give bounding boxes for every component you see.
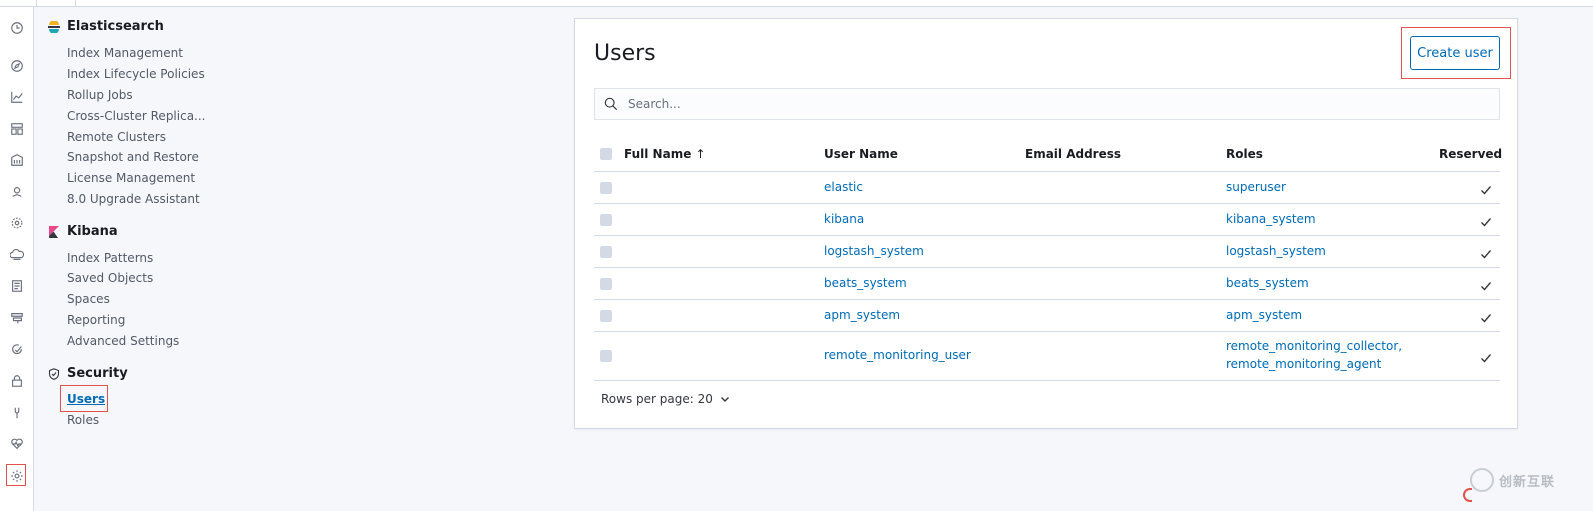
user-name-link[interactable]: kibana — [824, 212, 864, 226]
users-panel: Users Create user Full Name ↑ User Name … — [574, 18, 1518, 429]
section-title: Kibana — [67, 224, 118, 239]
logs-icon[interactable] — [8, 277, 25, 294]
management-highlight — [6, 464, 26, 486]
dev-tools-icon[interactable] — [8, 404, 25, 421]
table-row: apm_system apm_system — [594, 300, 1500, 332]
watermark-logo-icon — [1470, 468, 1494, 492]
check-icon — [1480, 349, 1492, 363]
check-icon — [1480, 181, 1492, 195]
row-checkbox[interactable] — [600, 182, 612, 194]
siem-icon[interactable] — [8, 372, 25, 389]
user-name-link[interactable]: logstash_system — [824, 244, 924, 258]
infrastructure-icon[interactable] — [8, 246, 25, 263]
role-link[interactable]: apm_system — [1226, 308, 1302, 322]
role-link[interactable]: remote_monitoring_collector, — [1226, 339, 1402, 353]
nav-reporting[interactable]: Reporting — [67, 313, 125, 327]
apm-icon[interactable] — [8, 309, 25, 326]
nav-index-lifecycle-policies[interactable]: Index Lifecycle Policies — [67, 67, 205, 81]
user-name-link[interactable]: beats_system — [824, 276, 907, 290]
row-checkbox[interactable] — [600, 278, 612, 290]
table-row: remote_monitoring_user remote_monitoring… — [594, 332, 1500, 381]
nav-cross-cluster-replication[interactable]: Cross-Cluster Replica... — [67, 109, 206, 123]
section-security[interactable]: Security — [48, 366, 128, 381]
maps-icon[interactable] — [8, 183, 25, 200]
nav-saved-objects[interactable]: Saved Objects — [67, 271, 153, 285]
column-roles[interactable]: Roles — [1226, 147, 1263, 161]
table-row: kibana kibana_system — [594, 204, 1500, 236]
chevron-down-icon — [720, 397, 729, 402]
create-user-highlight — [1401, 27, 1511, 79]
row-checkbox[interactable] — [600, 246, 612, 258]
role-link[interactable]: remote_monitoring_agent — [1226, 357, 1381, 371]
canvas-icon[interactable] — [8, 151, 25, 168]
top-bar — [0, 0, 1593, 7]
search-input[interactable] — [626, 96, 1430, 112]
watermark: 创新互联 — [1470, 462, 1593, 498]
row-checkbox[interactable] — [600, 310, 612, 322]
section-title: Security — [67, 366, 128, 381]
search-icon — [604, 97, 618, 111]
user-name-link[interactable]: apm_system — [824, 308, 900, 322]
search-bar — [594, 88, 1500, 120]
section-kibana[interactable]: Kibana — [48, 224, 118, 239]
uptime-icon[interactable] — [8, 341, 25, 358]
role-link[interactable]: kibana_system — [1226, 212, 1316, 226]
column-reserved[interactable]: Reserved — [1439, 147, 1502, 161]
nav-spaces[interactable]: Spaces — [67, 292, 110, 306]
table-row: beats_system beats_system — [594, 268, 1500, 300]
rows-per-page-selector[interactable]: Rows per page: 20 — [601, 392, 730, 406]
kibana-logo-icon — [48, 225, 60, 238]
check-icon — [1480, 277, 1492, 291]
shield-icon — [48, 367, 60, 380]
users-highlight — [60, 385, 108, 412]
elasticsearch-logo-icon — [48, 19, 60, 34]
nav-rollup-jobs[interactable]: Rollup Jobs — [67, 88, 133, 102]
role-link[interactable]: superuser — [1226, 180, 1286, 194]
user-name-link[interactable]: remote_monitoring_user — [824, 348, 971, 362]
nav-upgrade-assistant[interactable]: 8.0 Upgrade Assistant — [67, 192, 200, 206]
page-title: Users — [594, 41, 656, 66]
nav-roles[interactable]: Roles — [67, 413, 99, 427]
check-icon — [1480, 213, 1492, 227]
nav-rail — [0, 7, 34, 511]
row-checkbox[interactable] — [600, 214, 612, 226]
dashboard-icon[interactable] — [8, 120, 25, 137]
nav-index-patterns[interactable]: Index Patterns — [67, 251, 153, 265]
nav-advanced-settings[interactable]: Advanced Settings — [67, 334, 179, 348]
watermark-red-mark — [1463, 488, 1472, 502]
check-icon — [1480, 309, 1492, 323]
rows-per-page-label: Rows per page: 20 — [601, 392, 713, 406]
nav-license-management[interactable]: License Management — [67, 171, 195, 185]
column-email-address[interactable]: Email Address — [1025, 147, 1121, 161]
nav-snapshot-and-restore[interactable]: Snapshot and Restore — [67, 150, 199, 164]
select-all-checkbox[interactable] — [600, 148, 612, 160]
nav-index-management[interactable]: Index Management — [67, 46, 183, 60]
ml-icon[interactable] — [8, 214, 25, 231]
table-row: elastic superuser — [594, 172, 1500, 204]
clock-icon[interactable] — [8, 19, 25, 36]
column-user-name[interactable]: User Name — [824, 147, 898, 161]
user-name-link[interactable]: elastic — [824, 180, 863, 194]
section-title: Elasticsearch — [67, 19, 164, 34]
users-table: Full Name ↑ User Name Email Address Role… — [594, 137, 1502, 381]
compass-icon[interactable] — [8, 57, 25, 74]
column-full-name[interactable]: Full Name ↑ — [624, 147, 706, 161]
role-link[interactable]: beats_system — [1226, 276, 1309, 290]
check-icon — [1480, 245, 1492, 259]
watermark-text: 创新互联 — [1499, 474, 1556, 490]
top-tab[interactable] — [36, 0, 76, 6]
section-elasticsearch[interactable]: Elasticsearch — [48, 19, 164, 34]
visualize-icon[interactable] — [8, 88, 25, 105]
sort-ascending-icon: ↑ — [695, 147, 706, 161]
monitoring-icon[interactable] — [8, 435, 25, 452]
row-checkbox[interactable] — [600, 350, 612, 362]
role-link[interactable]: logstash_system — [1226, 244, 1326, 258]
nav-remote-clusters[interactable]: Remote Clusters — [67, 130, 166, 144]
table-row: logstash_system logstash_system — [594, 236, 1500, 268]
table-header: Full Name ↑ User Name Email Address Role… — [594, 137, 1502, 172]
